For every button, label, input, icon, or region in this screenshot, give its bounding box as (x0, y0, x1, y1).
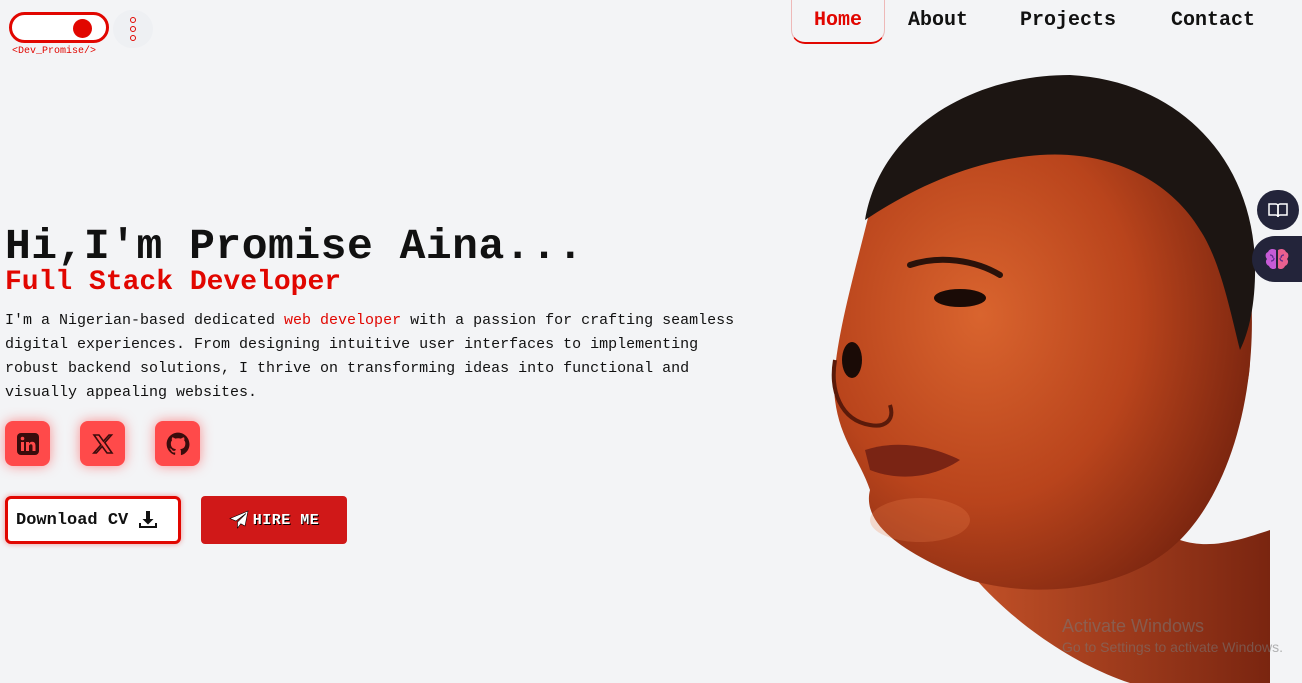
logo-text: <Dev_Promise/> (12, 46, 97, 57)
download-cv-label: Download CV (16, 510, 129, 530)
social-links (5, 421, 200, 466)
watermark-subtitle: Go to Settings to activate Windows. (1062, 639, 1283, 655)
x-twitter-button[interactable] (80, 421, 125, 466)
linkedin-button[interactable] (5, 421, 50, 466)
nav-about[interactable]: About (908, 9, 968, 32)
kebab-menu-icon[interactable] (113, 10, 153, 48)
brain-icon (1265, 248, 1289, 270)
paper-plane-icon (228, 510, 249, 529)
menu-dot (130, 26, 136, 32)
hire-me-button[interactable]: HIRE ME (201, 496, 347, 544)
hero-title: Hi,I'm Promise Aina... (5, 222, 584, 271)
nav-contact[interactable]: Contact (1171, 9, 1255, 32)
linkedin-icon (16, 432, 39, 455)
windows-activation-watermark: Activate Windows Go to Settings to activ… (1062, 616, 1283, 655)
main-nav: Home About Projects Contact (790, 0, 1302, 48)
hero-role: Full Stack Developer (5, 267, 342, 298)
nav-home[interactable]: Home (791, 0, 885, 44)
theme-toggle[interactable] (9, 12, 109, 43)
watermark-title: Activate Windows (1062, 616, 1205, 636)
profile-photo (831, 75, 1270, 683)
desc-text: I'm a Nigerian-based dedicated (5, 312, 285, 329)
menu-dot (130, 17, 136, 23)
x-twitter-icon (91, 433, 114, 454)
desc-highlight: web developer (284, 312, 402, 329)
nav-projects[interactable]: Projects (1020, 9, 1116, 32)
hire-me-label: HIRE ME (252, 511, 320, 529)
download-icon (139, 511, 158, 528)
book-icon (1268, 203, 1288, 218)
menu-dot (130, 35, 136, 41)
toggle-knob (73, 19, 92, 38)
download-cv-button[interactable]: Download CV (5, 496, 181, 544)
github-icon (166, 432, 189, 455)
ai-assistant-button[interactable] (1252, 236, 1302, 282)
hero-description: I'm a Nigerian-based dedicated web devel… (5, 309, 735, 405)
github-button[interactable] (155, 421, 200, 466)
reader-button[interactable] (1257, 190, 1299, 230)
